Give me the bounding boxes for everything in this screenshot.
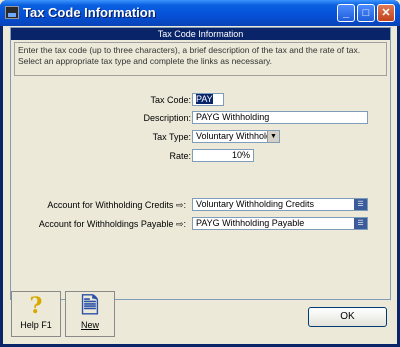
list-icon[interactable]: ☰ (354, 218, 367, 229)
intro-line-2: Select an appropriate tax type and compl… (18, 56, 273, 66)
tax-code-label: Tax Code: (150, 95, 191, 105)
ok-button[interactable]: OK (308, 307, 387, 327)
new-button[interactable]: 🗎 New (65, 291, 115, 337)
tax-type-select[interactable]: Voluntary Withholdings ▼ (192, 130, 280, 143)
help-button-label: Help F1 (20, 320, 52, 330)
credits-account-value: Voluntary Withholding Credits (196, 199, 315, 209)
bottom-toolbar: ? Help F1 🗎 New (11, 291, 119, 337)
payable-label-text: Account for Withholdings Payable (38, 219, 174, 229)
help-button[interactable]: ? Help F1 (11, 291, 61, 337)
app-icon (5, 6, 19, 19)
credits-label-text: Account for Withholding Credits (47, 200, 174, 210)
credits-account-select[interactable]: Voluntary Withholding Credits ☰ (192, 198, 368, 211)
window-title: Tax Code Information (23, 5, 156, 20)
tax-code-panel: Tax Code Information Enter the tax code … (10, 27, 391, 300)
payable-account-value: PAYG Withholding Payable (196, 218, 305, 228)
title-bar[interactable]: Tax Code Information _ □ ✕ (0, 0, 400, 26)
description-label: Description: (143, 113, 191, 123)
window: Tax Code Information _ □ ✕ Tax Code Info… (0, 0, 400, 347)
chevron-down-icon[interactable]: ▼ (267, 131, 279, 142)
tax-code-value: PAY (196, 94, 213, 104)
rate-label: Rate: (169, 151, 191, 161)
tax-type-label: Tax Type: (152, 132, 191, 142)
panel-header: Tax Code Information (11, 28, 390, 40)
arrow-right-icon[interactable]: ⇨ (176, 219, 184, 229)
intro-text: Enter the tax code (up to three characte… (14, 42, 387, 76)
new-document-icon: 🗎 (81, 293, 99, 318)
close-button[interactable]: ✕ (377, 4, 395, 22)
minimize-button[interactable]: _ (337, 4, 355, 22)
window-client: Tax Code Information Enter the tax code … (3, 26, 397, 344)
rate-field[interactable]: 10% (192, 149, 254, 162)
tax-code-field[interactable]: PAY (192, 93, 224, 106)
payable-account-select[interactable]: PAYG Withholding Payable ☰ (192, 217, 368, 230)
intro-line-1: Enter the tax code (up to three characte… (18, 45, 361, 55)
credits-label: Account for Withholding Credits ⇨: (47, 200, 186, 210)
description-field[interactable]: PAYG Withholding (192, 111, 368, 124)
maximize-button[interactable]: □ (357, 4, 375, 22)
new-button-label: New (80, 320, 99, 330)
arrow-right-icon[interactable]: ⇨ (176, 200, 184, 210)
question-mark-icon: ? (29, 293, 43, 319)
payable-label: Account for Withholdings Payable ⇨: (38, 219, 186, 229)
list-icon[interactable]: ☰ (354, 199, 367, 210)
